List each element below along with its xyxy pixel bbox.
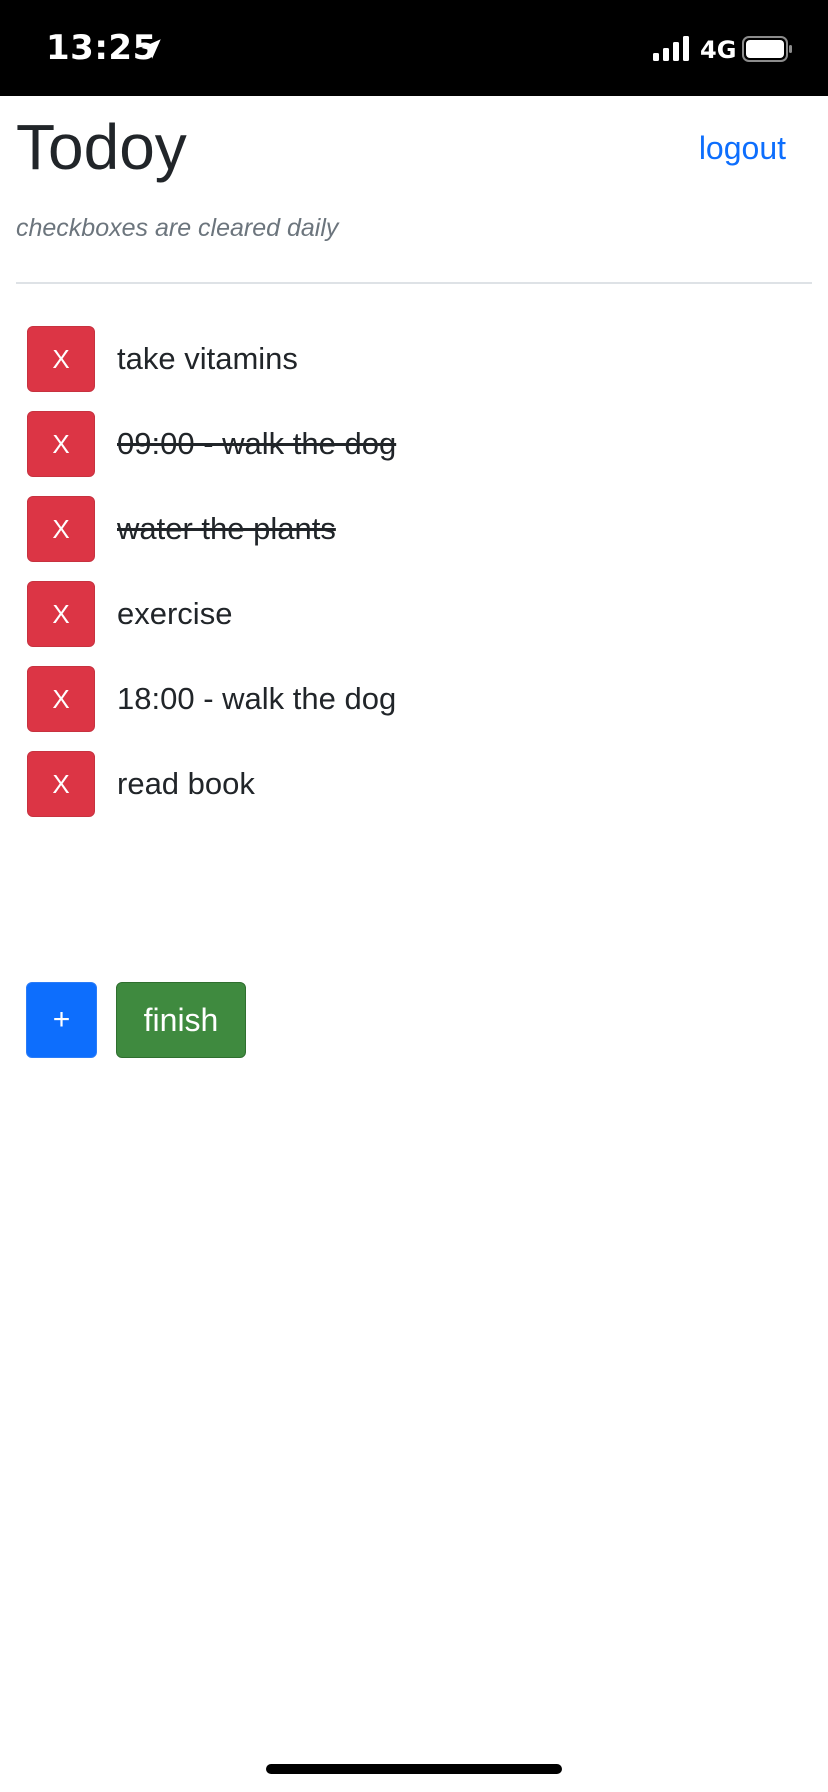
home-indicator [266,1764,562,1774]
delete-task-button[interactable]: X [27,326,95,392]
header-divider [16,282,812,284]
task-label[interactable]: exercise [117,596,232,632]
delete-task-button[interactable]: X [27,666,95,732]
task-label[interactable]: water the plants [117,511,336,547]
task-list: X take vitamins X 09:00 - walk the dog X… [27,326,807,836]
location-arrow-icon [141,39,161,59]
logout-link[interactable]: logout [699,130,786,167]
task-row: X take vitamins [27,326,807,392]
page-subtitle: checkboxes are cleared daily [16,214,339,242]
delete-task-button[interactable]: X [27,581,95,647]
add-task-button[interactable]: + [26,982,97,1058]
delete-task-button[interactable]: X [27,751,95,817]
task-label[interactable]: take vitamins [117,341,298,377]
task-label[interactable]: 09:00 - walk the dog [117,426,396,462]
network-type: 4G [700,36,737,64]
page-title: Todoy [16,111,187,183]
task-row: X exercise [27,581,807,647]
task-row: X read book [27,751,807,817]
status-bar: 13:25 4G [0,0,828,96]
signal-bars-icon [653,36,689,61]
task-row: X 18:00 - walk the dog [27,666,807,732]
finish-button[interactable]: finish [116,982,246,1058]
task-row: X water the plants [27,496,807,562]
task-label[interactable]: read book [117,766,255,802]
task-label[interactable]: 18:00 - walk the dog [117,681,396,717]
delete-task-button[interactable]: X [27,411,95,477]
battery-icon [742,36,792,62]
task-row: X 09:00 - walk the dog [27,411,807,477]
delete-task-button[interactable]: X [27,496,95,562]
